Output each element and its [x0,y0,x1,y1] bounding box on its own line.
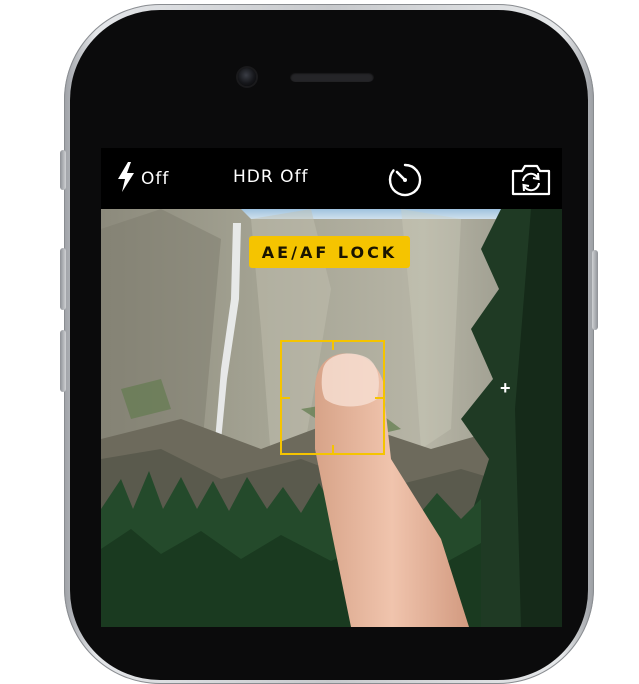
front-camera [238,68,256,86]
focus-tick-left [282,396,290,399]
viewfinder[interactable]: AE/AF LOCK + [101,209,562,627]
volume-down-button [60,330,66,392]
volume-up-button [60,248,66,310]
timer-icon [387,163,423,202]
timer-button[interactable] [387,162,423,203]
focus-square [280,340,385,455]
camera-flip-icon [510,164,552,200]
ae-af-lock-badge: AE/AF LOCK [249,236,410,268]
power-button [592,250,598,330]
focus-tick-right [375,396,383,399]
mute-switch [60,150,66,190]
plus-icon: + [500,378,511,398]
camera-screen: Off HDR Off AE/AF LOCK + [101,148,562,627]
focus-tick-bottom [331,445,334,453]
camera-topbar: Off HDR Off [101,148,562,209]
hdr-label: HDR Off [233,167,309,187]
earpiece-speaker [290,72,374,82]
flash-toggle[interactable]: Off [117,161,170,197]
focus-tick-top [331,342,334,350]
flash-label: Off [141,169,170,189]
flip-camera-button[interactable] [510,164,552,201]
lightning-bolt-icon [117,161,135,197]
hdr-toggle[interactable]: HDR Off [233,167,308,187]
